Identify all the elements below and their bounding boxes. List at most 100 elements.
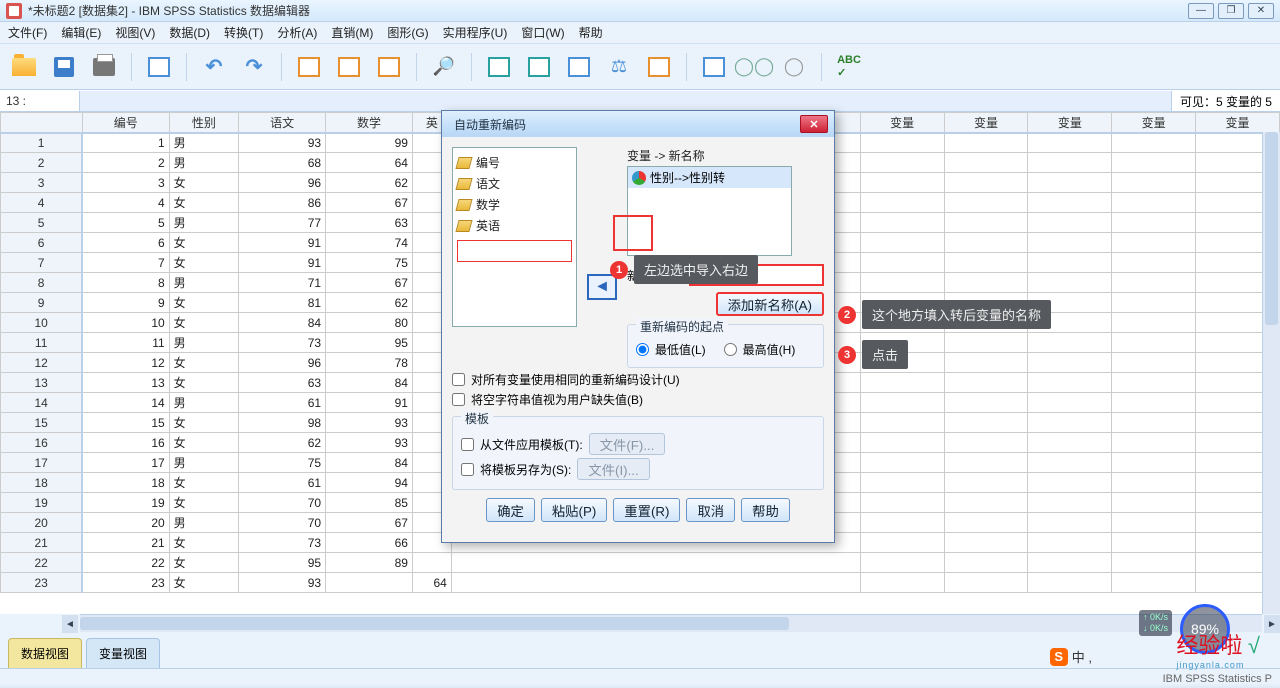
cell[interactable] [944, 153, 1028, 173]
cell[interactable]: 68 [239, 153, 326, 173]
list-item[interactable]: 英语 [457, 215, 572, 236]
cell[interactable] [860, 193, 944, 213]
cell[interactable]: 男 [169, 213, 239, 233]
cell[interactable] [944, 233, 1028, 253]
dialog-close-button[interactable]: ✕ [800, 115, 828, 133]
cell[interactable] [944, 373, 1028, 393]
cell[interactable]: 女 [169, 193, 239, 213]
insert-cases-button[interactable] [483, 51, 515, 83]
cell[interactable]: 94 [326, 473, 413, 493]
goto-case-button[interactable] [293, 51, 325, 83]
list-item-selected[interactable]: 性别-->性别转 [628, 167, 791, 188]
cell[interactable] [1112, 353, 1196, 373]
cell[interactable] [860, 213, 944, 233]
cell[interactable]: 男 [169, 333, 239, 353]
cell[interactable]: 75 [239, 453, 326, 473]
cell[interactable] [860, 373, 944, 393]
use-sets-button[interactable]: ◯◯ [738, 51, 770, 83]
cell[interactable]: 86 [239, 193, 326, 213]
cell[interactable] [860, 533, 944, 553]
cell[interactable] [860, 413, 944, 433]
cell[interactable]: 女 [169, 433, 239, 453]
cell[interactable] [1112, 473, 1196, 493]
cell[interactable]: 67 [326, 513, 413, 533]
horizontal-scrollbar[interactable]: ◄ ► [80, 614, 1262, 632]
undo-button[interactable]: ↶ [198, 51, 230, 83]
tab-variable-view[interactable]: 变量视图 [86, 638, 160, 668]
cell[interactable]: 男 [169, 513, 239, 533]
cell[interactable] [1028, 533, 1112, 553]
row-header[interactable]: 21 [1, 533, 83, 553]
target-variable-list[interactable]: 性别-->性别转 [627, 166, 792, 256]
cell[interactable]: 12 [82, 353, 169, 373]
cell[interactable]: 64 [326, 153, 413, 173]
menu-utilities[interactable]: 实用程序(U) [443, 24, 508, 41]
cell[interactable] [1028, 153, 1112, 173]
cell[interactable] [944, 433, 1028, 453]
row-header[interactable]: 2 [1, 153, 83, 173]
split-file-button[interactable] [563, 51, 595, 83]
menu-direct-marketing[interactable]: 直销(M) [331, 24, 373, 41]
column-header[interactable]: 语文 [239, 113, 326, 133]
cell[interactable]: 女 [169, 373, 239, 393]
cell[interactable]: 15 [82, 413, 169, 433]
cell[interactable]: 5 [82, 213, 169, 233]
cell[interactable]: 22 [82, 553, 169, 573]
row-header[interactable]: 9 [1, 293, 83, 313]
cell[interactable]: 75 [326, 253, 413, 273]
cell[interactable]: 女 [169, 493, 239, 513]
open-button[interactable] [8, 51, 40, 83]
cell[interactable] [1028, 173, 1112, 193]
cell[interactable]: 99 [326, 133, 413, 153]
cell[interactable]: 85 [326, 493, 413, 513]
cell[interactable]: 女 [169, 553, 239, 573]
select-cases-button[interactable] [643, 51, 675, 83]
cell[interactable] [1028, 233, 1112, 253]
cell[interactable] [1112, 213, 1196, 233]
cell[interactable] [944, 393, 1028, 413]
cell[interactable]: 20 [82, 513, 169, 533]
cell[interactable]: 17 [82, 453, 169, 473]
cell[interactable]: 女 [169, 173, 239, 193]
cell[interactable] [1028, 473, 1112, 493]
radio-input[interactable] [636, 343, 649, 356]
cell[interactable] [860, 173, 944, 193]
weight-cases-button[interactable]: ⚖ [603, 51, 635, 83]
cell[interactable] [1112, 273, 1196, 293]
cell[interactable]: 6 [82, 233, 169, 253]
cell[interactable]: 66 [326, 533, 413, 553]
cell[interactable] [860, 513, 944, 533]
cell[interactable]: 18 [82, 473, 169, 493]
checkbox-blank-missing[interactable]: 将空字符串值视为用户缺失值(B) [452, 391, 824, 408]
redo-button[interactable]: ↷ [238, 51, 270, 83]
cell[interactable] [860, 233, 944, 253]
cell[interactable] [1028, 213, 1112, 233]
find-button[interactable]: 🔎 [428, 51, 460, 83]
vertical-scrollbar[interactable] [1262, 132, 1280, 614]
maximize-button[interactable]: ❐ [1218, 3, 1244, 19]
reset-button[interactable]: 重置(R) [613, 498, 680, 522]
scroll-left-button[interactable]: ◄ [62, 615, 78, 633]
cell[interactable]: 9 [82, 293, 169, 313]
cell[interactable] [1112, 333, 1196, 353]
cell[interactable] [1028, 513, 1112, 533]
cell[interactable] [1112, 313, 1196, 333]
cell[interactable]: 3 [82, 173, 169, 193]
cell[interactable]: 8 [82, 273, 169, 293]
ok-button[interactable]: 确定 [486, 498, 535, 522]
cell[interactable] [944, 493, 1028, 513]
menu-data[interactable]: 数据(D) [169, 24, 210, 41]
insert-variable-button[interactable] [523, 51, 555, 83]
cell[interactable]: 女 [169, 233, 239, 253]
minimize-button[interactable]: — [1188, 3, 1214, 19]
row-header[interactable]: 20 [1, 513, 83, 533]
cell[interactable]: 67 [326, 273, 413, 293]
help-button[interactable]: 帮助 [741, 498, 790, 522]
cell[interactable]: 84 [326, 453, 413, 473]
cell[interactable] [1112, 573, 1196, 593]
row-header[interactable]: 18 [1, 473, 83, 493]
column-header-empty[interactable]: 变量 [1028, 113, 1112, 133]
cell[interactable]: 95 [239, 553, 326, 573]
cell[interactable]: 77 [239, 213, 326, 233]
cell[interactable]: 男 [169, 273, 239, 293]
